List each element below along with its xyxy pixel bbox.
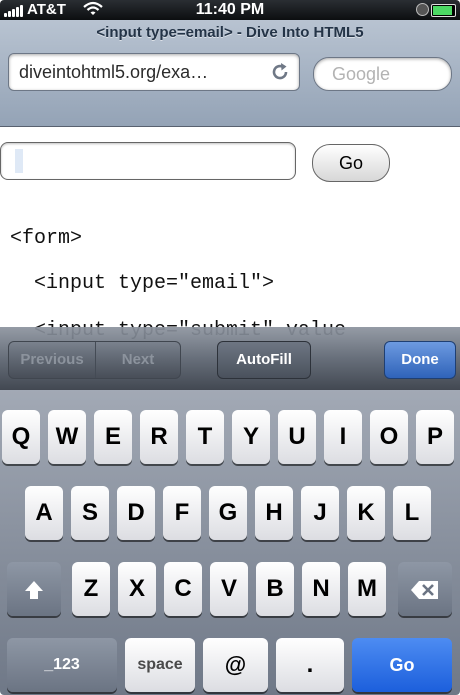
key-m[interactable]: M — [348, 562, 386, 616]
key-o[interactable]: O — [370, 410, 408, 464]
key-y[interactable]: Y — [232, 410, 270, 464]
alarm-icon — [416, 3, 429, 16]
key-d[interactable]: D — [117, 486, 155, 540]
key-g[interactable]: G — [209, 486, 247, 540]
status-bar: AT&T 11:40 PM — [0, 0, 460, 20]
status-time: 11:40 PM — [195, 1, 265, 18]
address-bar[interactable]: diveintohtml5.org/exa… — [8, 53, 300, 91]
key-h[interactable]: H — [255, 486, 293, 540]
key-q[interactable]: Q — [2, 410, 40, 464]
backspace-icon — [411, 580, 438, 599]
shift-key[interactable] — [7, 562, 61, 616]
key-k[interactable]: K — [347, 486, 385, 540]
key-z[interactable]: Z — [72, 562, 110, 616]
key-c[interactable]: C — [164, 562, 202, 616]
code-line: <form> — [10, 227, 83, 250]
at-key[interactable]: @ — [203, 638, 268, 692]
page-content: Go <form> <input type="email"> <input ty… — [0, 127, 460, 347]
key-u[interactable]: U — [278, 410, 316, 464]
reload-icon[interactable] — [269, 61, 291, 83]
browser-toolbar: <input type=email> - Dive Into HTML5 div… — [0, 20, 460, 127]
search-placeholder: Google — [332, 64, 391, 84]
key-j[interactable]: J — [301, 486, 339, 540]
key-a[interactable]: A — [25, 486, 63, 540]
go-key[interactable]: Go — [352, 638, 452, 692]
key-l[interactable]: L — [393, 486, 431, 540]
previous-button[interactable]: Previous — [9, 342, 95, 378]
prev-next-control: Previous Next — [8, 341, 181, 379]
key-v[interactable]: V — [210, 562, 248, 616]
key-s[interactable]: S — [71, 486, 109, 540]
key-r[interactable]: R — [140, 410, 178, 464]
key-w[interactable]: W — [48, 410, 86, 464]
text-caret — [15, 149, 23, 173]
submit-button[interactable]: Go — [312, 144, 390, 182]
key-p[interactable]: P — [416, 410, 454, 464]
email-input[interactable] — [0, 142, 296, 180]
autofill-button[interactable]: AutoFill — [217, 341, 311, 379]
url-text: diveintohtml5.org/exa… — [19, 62, 209, 82]
key-x[interactable]: X — [118, 562, 156, 616]
code-line: <input type="email"> — [10, 272, 275, 295]
shift-arrow-icon — [25, 580, 43, 599]
search-field[interactable]: Google — [313, 57, 452, 91]
key-f[interactable]: F — [163, 486, 201, 540]
key-n[interactable]: N — [302, 562, 340, 616]
key-i[interactable]: I — [324, 410, 362, 464]
iphone-screen: AT&T 11:40 PM <input type=email> - Dive … — [0, 0, 460, 695]
period-key[interactable]: . — [276, 638, 344, 692]
form-assistant-bar: Previous Next AutoFill Done — [0, 327, 460, 390]
battery-icon — [431, 4, 456, 17]
done-button[interactable]: Done — [384, 341, 456, 379]
delete-key[interactable] — [398, 562, 452, 616]
next-button[interactable]: Next — [95, 342, 180, 378]
key-e[interactable]: E — [94, 410, 132, 464]
page-title: <input type=email> - Dive Into HTML5 — [96, 24, 364, 41]
key-b[interactable]: B — [256, 562, 294, 616]
key-t[interactable]: T — [186, 410, 224, 464]
numbers-key[interactable]: _123 — [7, 638, 117, 692]
keyboard: QWERTYUIOP ASDFGHJKL ZXCVBNM _123 space … — [0, 390, 460, 695]
space-key[interactable]: space — [125, 638, 195, 692]
battery-level — [433, 6, 452, 15]
